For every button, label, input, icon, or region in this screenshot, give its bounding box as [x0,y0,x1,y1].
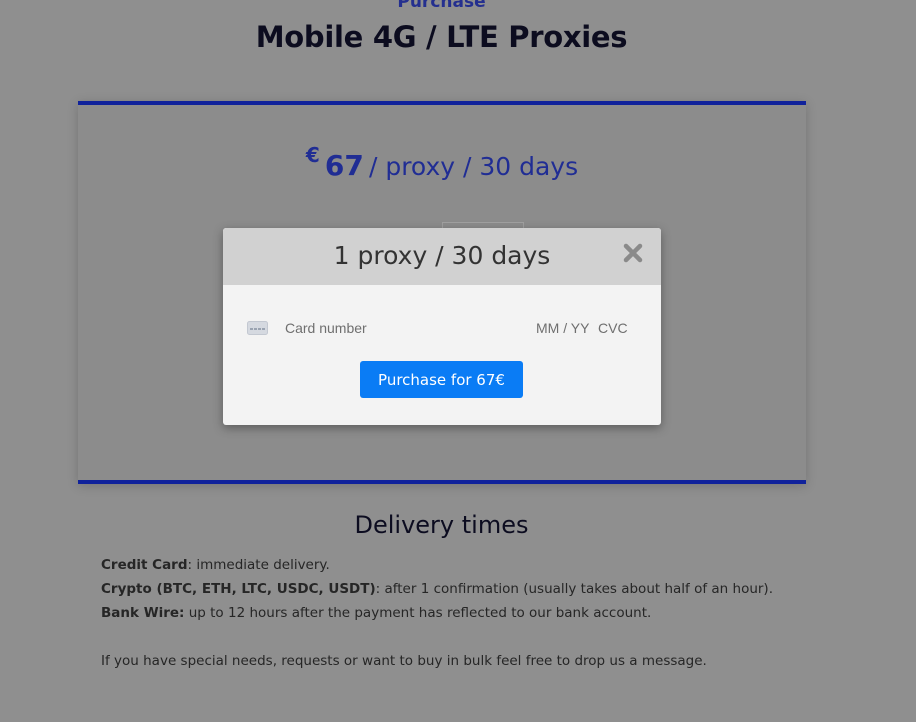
close-icon[interactable] [621,241,645,265]
payment-modal: 1 proxy / 30 days Purchase for 67€ [223,228,661,425]
card-field [247,318,638,340]
page-eyebrow: Purchase [397,0,486,12]
modal-header: 1 proxy / 30 days [223,228,661,285]
delivery-detail: : after 1 confirmation (usually takes ab… [375,581,773,597]
delivery-detail: up to 12 hours after the payment has ref… [184,605,652,621]
cvc-input[interactable] [598,318,638,338]
purchase-button[interactable]: Purchase for 67€ [360,361,523,398]
delivery-label: Bank Wire: [101,605,185,621]
price-period: / proxy / 30 days [368,152,579,181]
page-title: Mobile 4G / LTE Proxies [255,20,628,54]
delivery-info: Credit Card: immediate delivery. Crypto … [101,553,861,673]
delivery-label: Credit Card [101,557,188,573]
delivery-detail: : immediate delivery. [187,557,330,573]
modal-title: 1 proxy / 30 days [333,241,551,270]
delivery-title: Delivery times [354,511,529,539]
expiry-input[interactable] [536,318,594,338]
delivery-label: Crypto (BTC, ETH, LTC, USDC, USDT) [101,581,376,597]
delivery-line: Bank Wire: up to 12 hours after the paym… [101,601,861,625]
card-number-input[interactable] [285,318,505,338]
delivery-note: If you have special needs, requests or w… [101,653,707,669]
delivery-line: Crypto (BTC, ETH, LTC, USDC, USDT): afte… [101,577,861,601]
price-amount: 67 [324,149,364,182]
price-currency: € [305,143,320,167]
price-line: € 67 / proxy / 30 days [78,143,806,182]
delivery-line: Credit Card: immediate delivery. [101,553,861,577]
credit-card-icon [247,320,268,335]
